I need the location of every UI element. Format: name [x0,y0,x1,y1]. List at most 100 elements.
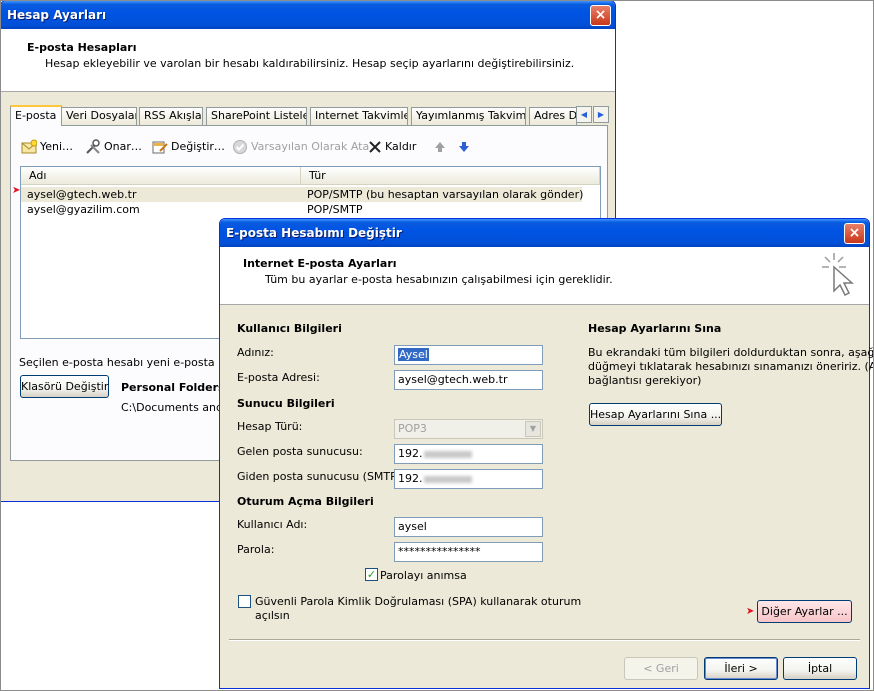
tab-email[interactable]: E-posta [10,105,62,126]
tab-data-files[interactable]: Veri Dosyaları [61,107,137,125]
redacted-region [423,450,472,458]
email-field[interactable]: aysel@gtech.web.tr [394,370,543,390]
arrow-down-icon [459,142,469,152]
spa-label-line2: açılsın [255,609,290,622]
change-account-window: E-posta Hesabımı Değiştir × Internet E-p… [219,218,874,689]
server-info-title: Sunucu Bilgileri [237,397,335,410]
test-desc-line2: düğmeyi tıklatarak hesabınızı sınamanızı… [588,360,874,373]
tab-internet-calendars[interactable]: Internet Takvimleri [310,107,408,125]
name-field[interactable]: Aysel [394,345,543,365]
list-header: Adı Tür [21,167,600,185]
repair-button[interactable]: Onar… [85,136,142,158]
remember-password-label: Parolayı anımsa [380,569,467,582]
outgoing-server-label: Giden posta sunucusu (SMTP): [237,470,405,483]
remove-button[interactable]: Kaldır [368,136,416,158]
account-row[interactable]: aysel@gtech.web.tr POP/SMTP (bu hesaptan… [21,187,584,202]
edit-icon [152,141,168,154]
test-desc-line3: bağlantısı gerekiyor) [588,374,702,387]
email-label: E-posta Adresi: [237,371,320,384]
checkmark-icon [233,140,247,154]
scroll-right-icon[interactable]: ▶ [593,106,609,123]
set-default-label: Varsayılan Olarak Ata [251,140,370,153]
change-label: Değiştir… [171,140,225,153]
more-settings-marker: ➤ [746,606,755,617]
cursor-sparkle-icon [822,253,854,297]
account-row[interactable]: aysel@gyazilim.com POP/SMTP [21,202,600,217]
new-mail-icon [21,139,38,154]
spa-label-line1: Güvenli Parola Kimlik Doğrulaması (SPA) … [255,595,582,608]
remember-password-checkbox[interactable]: ✓ [365,568,378,581]
folder-path: C:\Documents and S [121,401,234,414]
selected-account-marker: ➤ [12,185,21,196]
account-settings-titlebar[interactable]: Hesap Ayarları × [1,1,615,29]
new-label: Yeni… [40,140,74,153]
header-panel: E-posta Hesapları Hesap ekleyebilir ve v… [1,29,615,92]
header-title: E-posta Hesapları [27,41,137,54]
redacted-region [423,475,472,483]
remove-label: Kaldır [385,140,417,153]
remove-x-icon [369,141,381,153]
close-button[interactable]: × [590,5,611,26]
username-label: Kullanıcı Adı: [237,518,308,531]
incoming-server-field[interactable]: 192. [394,444,543,464]
change-account-titlebar[interactable]: E-posta Hesabımı Değiştir × [220,219,869,247]
tab-published-calendars[interactable]: Yayımlanmış Takvimler [411,107,526,125]
header-description: Hesap ekleyebilir ve varolan bir hesabı … [45,57,575,70]
back-button[interactable]: < Geri [624,657,698,680]
test-settings-title: Hesap Ayarlarını Sına [588,322,722,335]
account-name: aysel@gyazilim.com [27,203,140,216]
incoming-server-label: Gelen posta sunucusu: [237,445,363,458]
user-info-title: Kullanıcı Bilgileri [237,322,342,335]
repair-label: Onar… [104,140,142,153]
tools-icon [86,139,100,154]
test-settings-button[interactable]: Hesap Ayarlarını Sına ... [589,403,722,426]
arrow-up-icon [435,142,445,152]
account-name: aysel@gtech.web.tr [27,188,137,201]
password-label: Parola: [237,543,275,556]
folder-name: Personal Folders\ [121,381,229,394]
move-up-button[interactable] [434,136,449,158]
outgoing-server-field[interactable]: 192. [394,469,543,489]
scroll-left-icon[interactable]: ◀ [576,106,592,123]
new-account-button[interactable]: Yeni… [21,136,73,158]
more-settings-button[interactable]: Diğer Ayarlar ... [757,600,852,623]
tab-rss-feeds[interactable]: RSS Akışları [139,107,203,125]
incoming-server-value: 192. [398,447,423,460]
cancel-button[interactable]: İptal [783,657,857,680]
button-divider [229,639,860,641]
tab-strip: E-posta Veri Dosyaları RSS Akışları Shar… [10,105,610,126]
account-type: POP/SMTP [307,203,363,216]
name-value: Aysel [398,348,429,361]
next-button[interactable]: İleri > [704,657,778,680]
column-name[interactable]: Adı [21,167,301,185]
column-type[interactable]: Tür [301,167,600,185]
header-title: Internet E-posta Ayarları [243,257,397,270]
account-type: POP/SMTP (bu hesaptan varsayılan olarak … [307,188,584,201]
close-icon: × [594,7,607,23]
change-button[interactable]: Değiştir… [152,136,225,158]
set-default-button[interactable]: Varsayılan Olarak Ata [232,136,369,158]
outgoing-server-value: 192. [398,472,423,485]
logon-info-title: Oturum Açma Bilgileri [237,495,374,508]
chevron-down-icon: ▼ [525,421,541,437]
tab-address-books[interactable]: Adres Def [529,107,577,125]
checkmark-icon: ✓ [366,568,377,581]
username-field[interactable]: aysel [394,517,543,537]
tab-scroll-arrows: ◀ ▶ [576,106,610,124]
header-description: Tüm bu ayarlar e-posta hesabınızın çalış… [265,273,613,286]
close-button[interactable]: × [844,223,865,244]
name-label: Adınız: [237,346,274,359]
tab-sharepoint-lists[interactable]: SharePoint Listeleri [206,107,307,125]
move-down-button[interactable] [458,136,473,158]
password-field[interactable]: *************** [394,542,543,562]
close-icon: × [848,225,861,241]
account-type-label: Hesap Türü: [237,420,303,433]
window-title: Hesap Ayarları [7,8,107,22]
spa-checkbox[interactable] [238,595,251,608]
window-title: E-posta Hesabımı Değiştir [226,226,402,240]
default-delivery-text: Seçilen e-posta hesabı yeni e-posta ilet… [19,356,253,369]
header-panel: Internet E-posta Ayarları Tüm bu ayarlar… [220,247,869,305]
test-desc-line1: Bu ekrandaki tüm bilgileri doldurduktan … [588,346,874,359]
account-type-value: POP3 [398,422,427,435]
change-folder-button[interactable]: Klasörü Değiştir [20,375,109,398]
